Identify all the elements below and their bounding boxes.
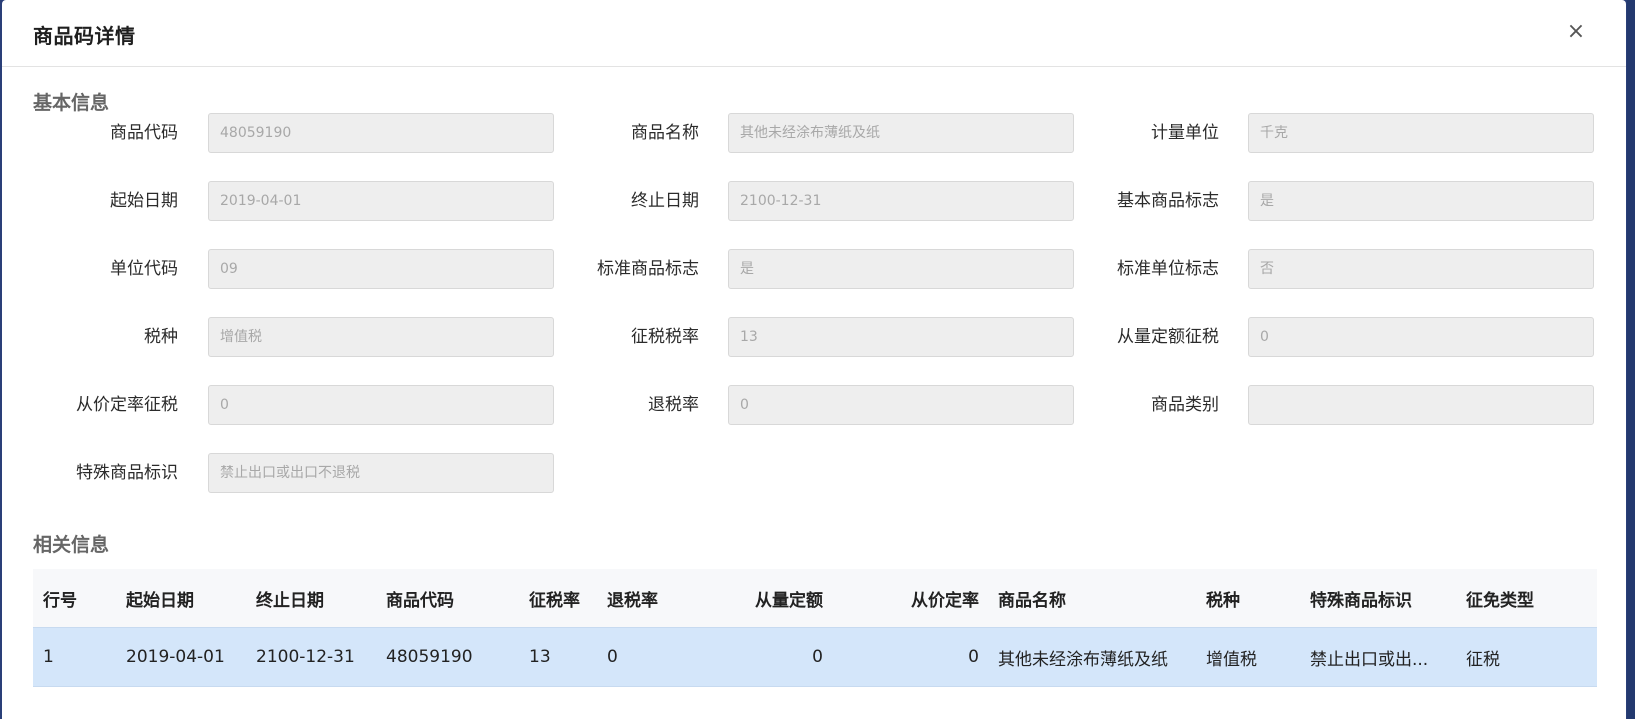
cell-goods-code: 48059190 <box>386 647 473 667</box>
cell-special-goods-mark: 禁止出口或出... <box>1310 649 1429 670</box>
standard-unit-flag-label: 标准单位标志 <box>1117 259 1219 279</box>
standard-goods-flag-field[interactable]: 是 <box>728 249 1074 289</box>
table-row[interactable]: 1 2019-04-01 2100-12-31 48059190 13 0 0 … <box>33 627 1597 687</box>
column-header-tax-rate[interactable]: 征税率 <box>529 569 601 627</box>
basic-goods-flag-label: 基本商品标志 <box>1117 191 1219 211</box>
standard-unit-flag-field[interactable]: 否 <box>1248 249 1594 289</box>
end-date-label: 终止日期 <box>631 191 699 211</box>
form-row: 税种 增值税 征税税率 13 从量定额征税 0 <box>2 317 1626 357</box>
specific-quota-tax-label: 从量定额征税 <box>1117 327 1219 347</box>
ad-valorem-tax-label: 从价定率征税 <box>76 395 178 415</box>
dialog-title: 商品码详情 <box>33 24 136 48</box>
related-info-title: 相关信息 <box>33 534 110 556</box>
goods-name-label: 商品名称 <box>631 123 699 143</box>
cell-start-date: 2019-04-01 <box>126 647 225 667</box>
basic-goods-flag-field[interactable]: 是 <box>1248 181 1594 221</box>
tax-type-label: 税种 <box>144 327 178 347</box>
tax-rate-label: 征税税率 <box>631 327 699 347</box>
tax-rate-field[interactable]: 13 <box>728 317 1074 357</box>
basic-info-title: 基本信息 <box>33 92 110 114</box>
form-row: 从价定率征税 0 退税率 0 商品类别 <box>2 385 1626 425</box>
cell-ad-valorem: 0 <box>968 647 979 667</box>
goods-category-label: 商品类别 <box>1151 395 1219 415</box>
column-header-exemption-type[interactable]: 征免类型 <box>1466 569 1576 627</box>
form-row: 单位代码 09 标准商品标志 是 标准单位标志 否 <box>2 249 1626 289</box>
column-header-tax-type[interactable]: 税种 <box>1206 569 1296 627</box>
cell-specific-quota: 0 <box>812 647 823 667</box>
cell-goods-name: 其他未经涂布薄纸及纸 <box>998 649 1168 670</box>
cell-tax-type: 增值税 <box>1206 649 1257 670</box>
cell-tax-rate: 13 <box>529 647 551 667</box>
goods-category-field[interactable] <box>1248 385 1594 425</box>
column-header-row-no[interactable]: 行号 <box>43 569 113 627</box>
table-header: 行号 起始日期 终止日期 商品代码 征税率 退税率 从量定额 从价定率 商品名称… <box>33 569 1597 627</box>
column-header-goods-name[interactable]: 商品名称 <box>998 569 1198 627</box>
close-icon[interactable]: × <box>1562 18 1590 46</box>
unit-field[interactable]: 千克 <box>1248 113 1594 153</box>
special-goods-mark-field[interactable]: 禁止出口或出口不退税 <box>208 453 554 493</box>
column-header-end-date[interactable]: 终止日期 <box>256 569 376 627</box>
unit-code-label: 单位代码 <box>110 259 178 279</box>
related-info-table: 行号 起始日期 终止日期 商品代码 征税率 退税率 从量定额 从价定率 商品名称… <box>33 569 1597 687</box>
start-date-field[interactable]: 2019-04-01 <box>208 181 554 221</box>
cell-row-no: 1 <box>43 647 54 667</box>
goods-code-label: 商品代码 <box>110 123 178 143</box>
tax-type-field[interactable]: 增值税 <box>208 317 554 357</box>
dialog-header: 商品码详情 × <box>2 0 1626 67</box>
start-date-label: 起始日期 <box>110 191 178 211</box>
goods-code-field[interactable]: 48059190 <box>208 113 554 153</box>
form-row: 特殊商品标识 禁止出口或出口不退税 <box>2 453 1626 493</box>
special-goods-mark-label: 特殊商品标识 <box>76 463 178 483</box>
end-date-field[interactable]: 2100-12-31 <box>728 181 1074 221</box>
specific-quota-tax-field[interactable]: 0 <box>1248 317 1594 357</box>
column-header-ad-valorem[interactable]: 从价定率 <box>829 569 979 627</box>
column-header-goods-code[interactable]: 商品代码 <box>386 569 516 627</box>
form-row: 商品代码 48059190 商品名称 其他未经涂布薄纸及纸 计量单位 千克 <box>2 113 1626 153</box>
goods-name-field[interactable]: 其他未经涂布薄纸及纸 <box>728 113 1074 153</box>
refund-rate-label: 退税率 <box>648 395 699 415</box>
form-row: 起始日期 2019-04-01 终止日期 2100-12-31 基本商品标志 是 <box>2 181 1626 221</box>
unit-label: 计量单位 <box>1151 123 1219 143</box>
goods-code-detail-dialog: 商品码详情 × 基本信息 商品代码 48059190 商品名称 其他未经涂布薄纸… <box>2 0 1626 719</box>
column-header-start-date[interactable]: 起始日期 <box>126 569 246 627</box>
cell-exemption-type: 征税 <box>1466 649 1500 670</box>
backdrop <box>1627 0 1635 719</box>
unit-code-field[interactable]: 09 <box>208 249 554 289</box>
column-header-specific-quota[interactable]: 从量定额 <box>673 569 823 627</box>
column-header-special-goods-mark[interactable]: 特殊商品标识 <box>1310 569 1450 627</box>
standard-goods-flag-label: 标准商品标志 <box>597 259 699 279</box>
cell-end-date: 2100-12-31 <box>256 647 355 667</box>
refund-rate-field[interactable]: 0 <box>728 385 1074 425</box>
ad-valorem-tax-field[interactable]: 0 <box>208 385 554 425</box>
